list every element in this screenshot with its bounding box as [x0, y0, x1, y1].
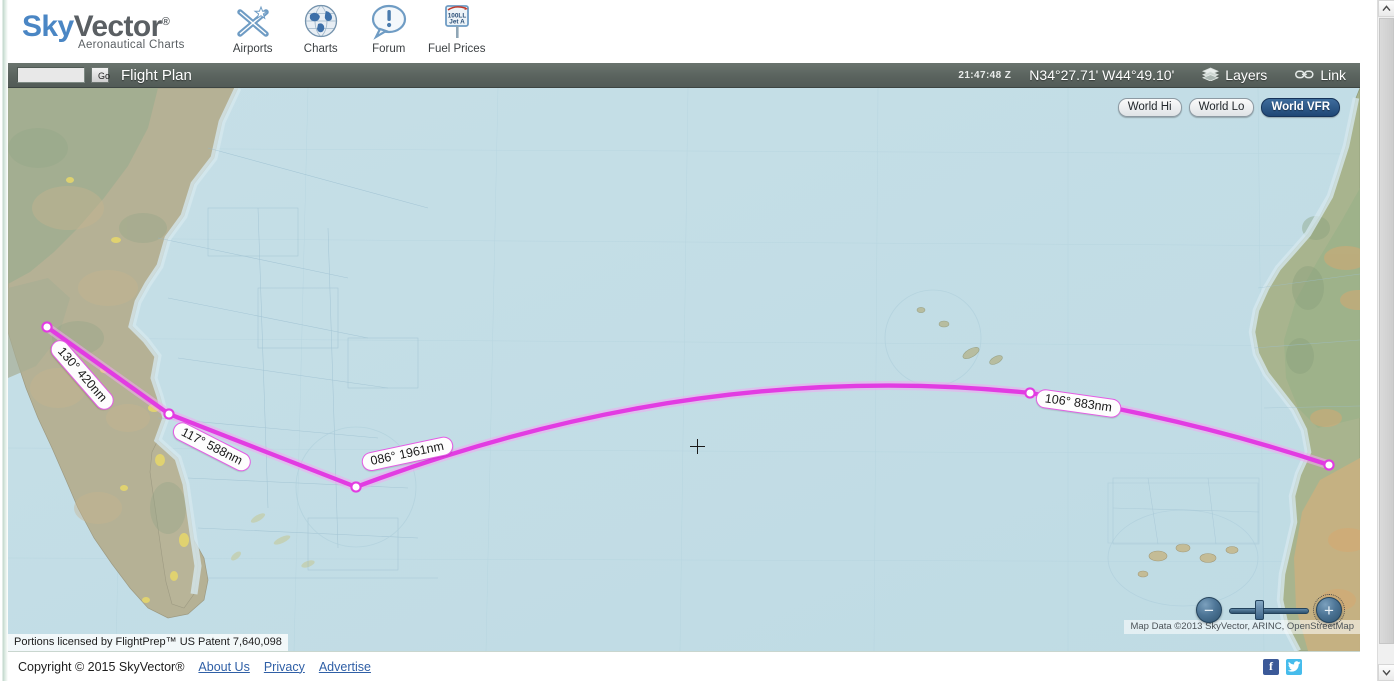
map-toolbar: Go Flight Plan 21:47:48 Z N34°27.71' W44…	[8, 63, 1360, 88]
nav-item-forum[interactable]: Forum	[355, 2, 423, 55]
map-graphics	[8, 88, 1360, 651]
nav-label-charts: Charts	[303, 43, 338, 55]
svg-text:Jet A: Jet A	[449, 19, 465, 26]
layer-button-world-lo[interactable]: World Lo	[1188, 98, 1255, 117]
toolbar-right-group: 21:47:48 Z N34°27.71' W44°49.10' Layers	[958, 67, 1346, 84]
layers-button[interactable]: Layers	[1202, 67, 1267, 84]
search-input[interactable]	[17, 67, 85, 83]
chain-link-icon	[1295, 67, 1314, 83]
layers-icon	[1202, 67, 1220, 84]
layers-label: Layers	[1225, 67, 1268, 83]
site-logo[interactable]: SkyVector® Aeronautical Charts	[22, 6, 185, 52]
footer-copyright-group: Copyright © 2015 SkyVector® About Us Pri…	[18, 660, 371, 674]
scrollbar-thumb[interactable]	[1379, 18, 1394, 644]
zoom-slider[interactable]	[1227, 597, 1311, 623]
zoom-out-button[interactable]: −	[1196, 597, 1222, 623]
cursor-coordinates: N34°27.71' W44°49.10'	[1029, 67, 1175, 83]
page-title: Flight Plan	[121, 66, 192, 84]
scroll-down-arrow-icon[interactable]	[1378, 664, 1394, 681]
footer-link-advertise[interactable]: Advertise	[319, 660, 371, 674]
go-button[interactable]: Go	[91, 67, 110, 83]
facebook-icon[interactable]: f	[1263, 658, 1279, 675]
page-left-edge	[0, 0, 8, 681]
zoom-in-button[interactable]: +	[1313, 594, 1345, 626]
airport-runways-icon	[232, 2, 274, 42]
link-button[interactable]: Link	[1295, 67, 1346, 83]
zoom-control: − +	[1196, 594, 1345, 626]
logo-wordmark: SkyVector®	[22, 6, 170, 43]
logo-sky-text: Sky	[22, 10, 74, 43]
site-footer: Copyright © 2015 SkyVector® About Us Pri…	[8, 651, 1360, 681]
layer-button-world-hi[interactable]: World Hi	[1117, 98, 1182, 117]
chart-layer-buttons: World Hi World Lo World VFR	[1117, 98, 1340, 117]
zoom-slider-track	[1229, 608, 1309, 614]
nav-item-fuel-prices[interactable]: 100LL Jet A Fuel Prices	[423, 2, 491, 55]
link-label: Link	[1320, 67, 1346, 83]
nav-label-forum: Forum	[372, 43, 406, 55]
nav-item-charts[interactable]: Charts	[287, 2, 355, 55]
main-nav: Airports Charts Forum 100LL Jet A Fuel P…	[219, 2, 491, 55]
footer-link-privacy[interactable]: Privacy	[264, 660, 305, 674]
skyvector-app: SkyVector® Aeronautical Charts Airports …	[0, 0, 1394, 681]
nav-label-airports: Airports	[232, 43, 273, 55]
social-links: f	[1263, 658, 1302, 675]
twitter-icon[interactable]	[1286, 658, 1302, 675]
fuel-sign-icon: 100LL Jet A	[437, 2, 477, 42]
layer-button-world-vfr[interactable]: World VFR	[1261, 98, 1340, 117]
globe-icon	[301, 2, 341, 42]
zoom-slider-handle[interactable]	[1255, 600, 1264, 620]
speech-bubble-icon	[368, 2, 410, 42]
copyright-text: Copyright © 2015 SkyVector®	[18, 659, 185, 674]
chart-map-canvas[interactable]: World Hi World Lo World VFR 130° 420nm 1…	[8, 88, 1360, 651]
zulu-time: 21:47:48 Z	[958, 69, 1012, 81]
logo-registered-mark: ®	[161, 16, 170, 28]
flightprep-notice: Portions licensed by FlightPrep™ US Pate…	[8, 634, 288, 651]
nav-label-fuel-prices: Fuel Prices	[427, 43, 486, 55]
site-header: SkyVector® Aeronautical Charts Airports …	[8, 0, 1360, 62]
scroll-up-arrow-icon[interactable]	[1378, 0, 1394, 17]
footer-link-about-us[interactable]: About Us	[198, 660, 249, 674]
nav-item-airports[interactable]: Airports	[219, 2, 287, 55]
logo-tagline: Aeronautical Charts	[78, 39, 185, 51]
vertical-scrollbar[interactable]	[1377, 0, 1394, 681]
